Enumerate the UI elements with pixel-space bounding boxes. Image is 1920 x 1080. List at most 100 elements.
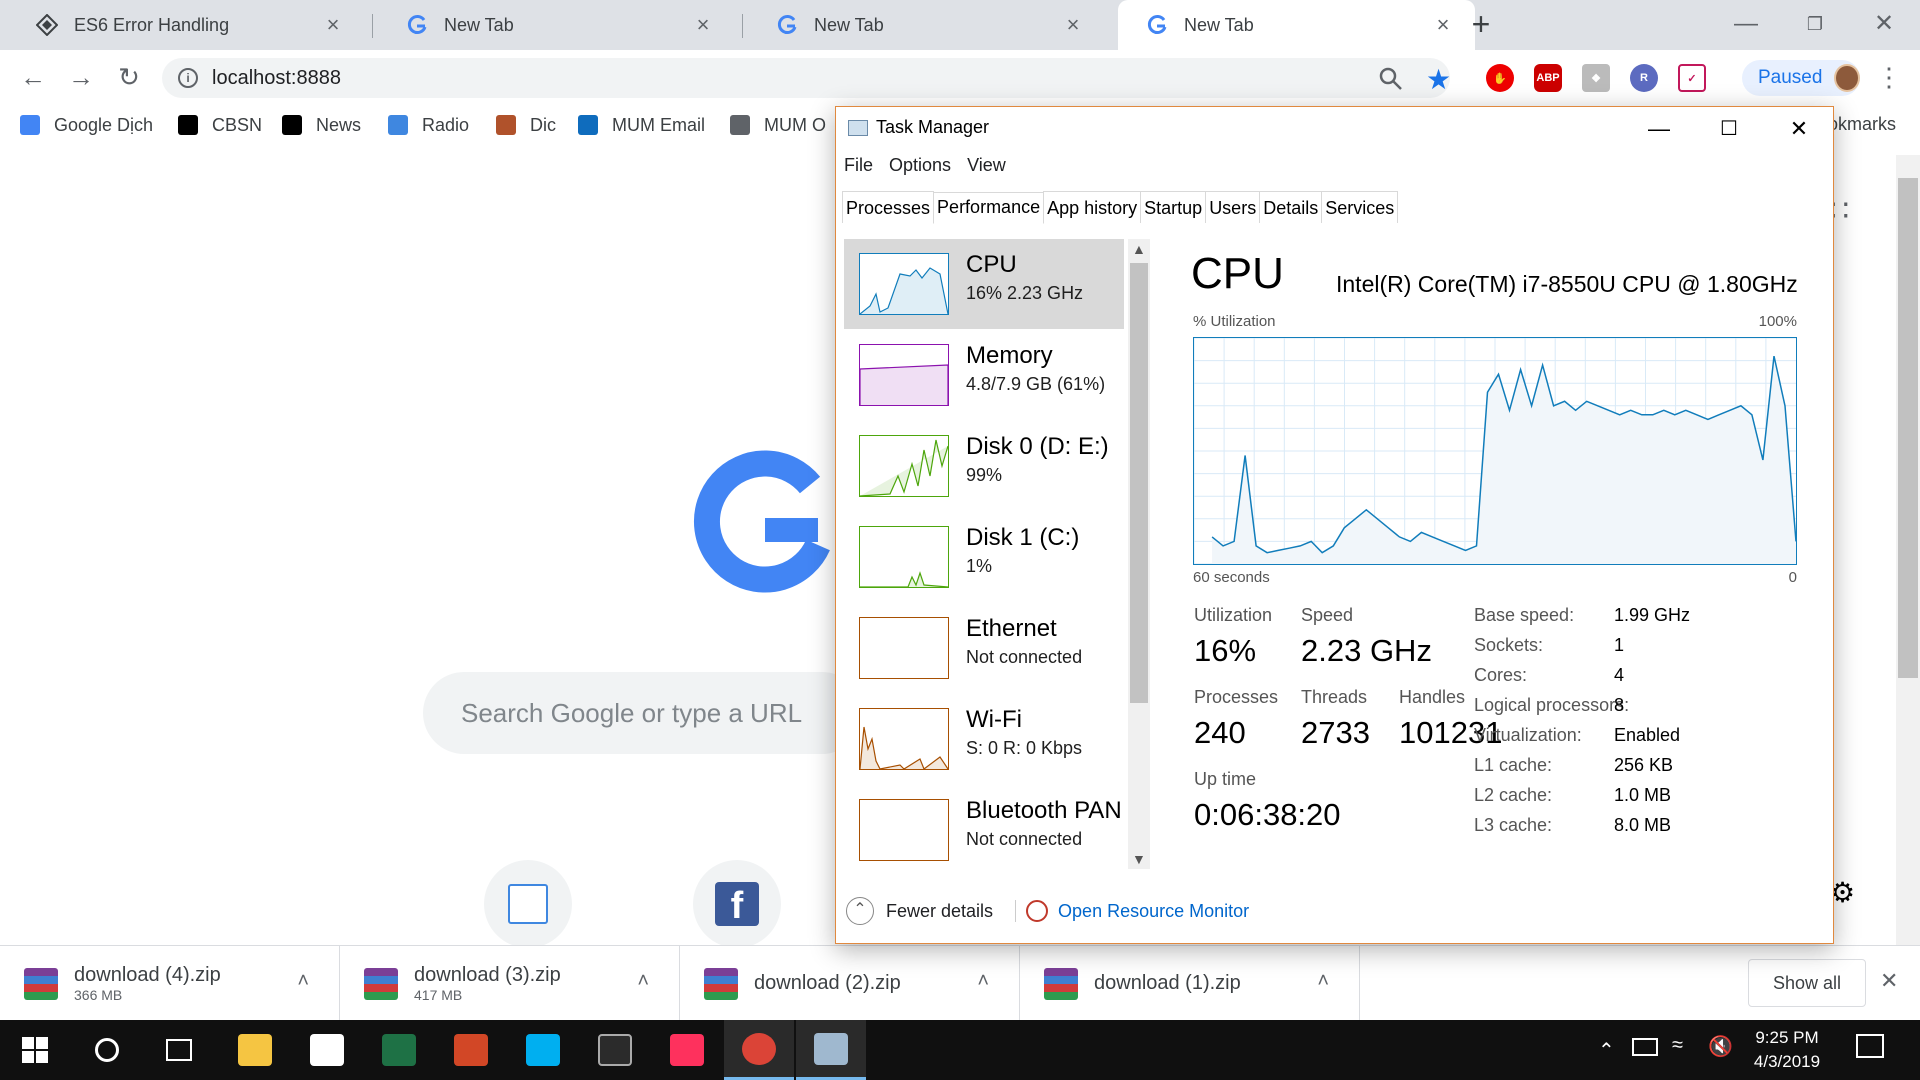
tm-menu-bar: File Options View	[844, 155, 1022, 176]
tab-services[interactable]: Services	[1321, 191, 1399, 223]
battery-icon[interactable]	[1632, 1038, 1658, 1056]
close-downloads-icon[interactable]: ✕	[1880, 968, 1898, 994]
google-search-box[interactable]: Search Google or type a URL	[423, 672, 863, 754]
bookmark-item[interactable]: Radio	[388, 112, 469, 138]
forward-button[interactable]: →	[64, 62, 98, 94]
bookmark-star-icon[interactable]: ★	[1426, 63, 1451, 96]
restore-window-button[interactable]: ❐	[1797, 6, 1833, 42]
close-tab-icon[interactable]: ×	[693, 14, 713, 36]
tab-app-history[interactable]: App history	[1043, 191, 1142, 223]
show-hidden-icons-chevron[interactable]: ⌃	[1598, 1038, 1615, 1063]
scroll-up-arrow-icon[interactable]: ▲	[1132, 241, 1146, 257]
shortcut-tile-facebook[interactable]: f	[693, 860, 781, 948]
tm-minimize-button[interactable]: —	[1624, 107, 1694, 151]
zoom-icon[interactable]	[1378, 66, 1404, 92]
download-item[interactable]: download (4).zip 366 MB ˄	[0, 946, 340, 1021]
shortcut-tile-1[interactable]	[484, 860, 572, 948]
download-menu-chevron-icon[interactable]: ˄	[297, 970, 309, 993]
cortana-button[interactable]	[72, 1020, 142, 1080]
resource-item[interactable]: Disk 0 (D: E:) 99%	[844, 421, 1124, 511]
pocket-icon[interactable]: ✓	[1678, 64, 1706, 92]
adblock-stop-icon[interactable]: ✋	[1486, 64, 1514, 92]
browser-tab[interactable]: New Tab ×	[748, 0, 1105, 50]
back-button[interactable]: ←	[16, 62, 50, 94]
abp-icon[interactable]: ABP	[1534, 64, 1562, 92]
close-tab-icon[interactable]: ×	[1433, 14, 1453, 36]
download-menu-chevron-icon[interactable]: ˄	[1317, 970, 1329, 993]
download-menu-chevron-icon[interactable]: ˄	[637, 970, 649, 993]
download-menu-chevron-icon[interactable]: ˄	[977, 970, 989, 993]
taskbar-app[interactable]	[292, 1020, 362, 1080]
spec-value: 8.0 MB	[1614, 815, 1672, 835]
taskbar-app[interactable]	[220, 1020, 290, 1080]
resource-item[interactable]: Wi-Fi S: 0 R: 0 Kbps	[844, 694, 1124, 784]
stat-label-processes: Processes	[1194, 687, 1279, 707]
taskbar-app[interactable]	[508, 1020, 578, 1080]
browser-tab[interactable]: New Tab ×	[1118, 0, 1475, 50]
tm-maximize-button[interactable]: ☐	[1694, 107, 1764, 151]
wifi-icon[interactable]: ≈	[1672, 1034, 1683, 1057]
download-item[interactable]: download (2).zip ˄	[680, 946, 1020, 1021]
resource-item[interactable]: Disk 1 (C:) 1%	[844, 512, 1124, 602]
bookmark-item[interactable]: MUM O	[730, 112, 826, 138]
resource-item[interactable]: CPU 16% 2.23 GHz	[844, 239, 1124, 329]
close-tab-icon[interactable]: ×	[1063, 14, 1083, 36]
code-diamond-icon	[36, 14, 58, 36]
task-view-button[interactable]	[144, 1020, 214, 1080]
r-extension-icon[interactable]: R	[1630, 64, 1658, 92]
chevron-up-circle-icon[interactable]: ⌃	[846, 897, 874, 925]
taskbar-app[interactable]	[364, 1020, 434, 1080]
minimize-window-button[interactable]: —	[1728, 6, 1764, 42]
taskbar-app[interactable]	[724, 1020, 794, 1080]
tab-users[interactable]: Users	[1205, 191, 1261, 223]
scroll-down-arrow-icon[interactable]: ▼	[1132, 851, 1146, 867]
menu-view[interactable]: View	[967, 155, 1006, 176]
download-text: download (2).zip	[754, 972, 901, 995]
download-item[interactable]: download (1).zip ˄	[1020, 946, 1360, 1021]
menu-file[interactable]: File	[844, 155, 873, 176]
reload-button[interactable]: ↻	[112, 62, 146, 94]
other-bookmarks-label[interactable]: okmarks	[1828, 114, 1896, 135]
system-clock[interactable]: 9:25 PM 4/3/2019	[1740, 1026, 1834, 1074]
bookmark-item[interactable]: CBSN	[178, 112, 262, 138]
taskbar-app[interactable]	[436, 1020, 506, 1080]
tab-startup[interactable]: Startup	[1140, 191, 1207, 223]
bookmark-item[interactable]: Google Dịch	[20, 112, 153, 138]
download-item[interactable]: download (3).zip 417 MB ˄	[340, 946, 680, 1021]
browser-tab[interactable]: New Tab ×	[378, 0, 735, 50]
new-tab-button[interactable]: +	[1464, 8, 1498, 42]
resource-item[interactable]: Bluetooth PAN Not connected	[844, 785, 1124, 875]
tab-performance[interactable]: Performance	[933, 192, 1045, 224]
address-bar[interactable]: i localhost:8888	[162, 58, 1450, 98]
taskbar-app[interactable]	[652, 1020, 722, 1080]
browser-tab[interactable]: ES6 Error Handling ×	[8, 0, 365, 50]
bookmark-item[interactable]: News	[282, 112, 361, 138]
tab-details[interactable]: Details	[1259, 191, 1323, 223]
resource-item[interactable]: Ethernet Not connected	[844, 603, 1124, 693]
show-all-downloads-button[interactable]: Show all	[1748, 959, 1866, 1007]
action-center-icon[interactable]	[1856, 1034, 1884, 1058]
resource-item[interactable]: Memory 4.8/7.9 GB (61%)	[844, 330, 1124, 420]
clock-time: 9:25 PM	[1755, 1028, 1819, 1047]
dropbox-icon[interactable]: ❖	[1582, 64, 1610, 92]
close-tab-icon[interactable]: ×	[323, 14, 343, 36]
chrome-menu-icon[interactable]: ⋮	[1876, 62, 1902, 93]
tab-processes[interactable]: Processes	[842, 191, 935, 223]
bookmark-item[interactable]: Dic	[496, 112, 556, 138]
profile-button[interactable]: Paused	[1742, 60, 1860, 96]
fewer-details-link[interactable]: Fewer details	[886, 901, 993, 922]
url-text[interactable]: localhost:8888	[212, 67, 341, 90]
resource-list-scroll-thumb[interactable]	[1130, 263, 1148, 703]
open-resource-monitor-link[interactable]: Open Resource Monitor	[1058, 901, 1249, 922]
close-window-button[interactable]: ✕	[1866, 6, 1902, 42]
info-icon[interactable]: i	[178, 68, 198, 88]
page-scrollbar-thumb[interactable]	[1898, 178, 1918, 678]
task-manager-titlebar[interactable]: Task Manager	[848, 117, 989, 138]
bookmark-item[interactable]: MUM Email	[578, 112, 705, 138]
volume-muted-icon[interactable]: 🔇	[1708, 1034, 1733, 1059]
taskbar-app[interactable]	[580, 1020, 650, 1080]
taskbar-app[interactable]	[796, 1020, 866, 1080]
tm-close-button[interactable]: ✕	[1764, 107, 1834, 151]
menu-options[interactable]: Options	[889, 155, 951, 176]
start-button[interactable]	[0, 1020, 70, 1080]
